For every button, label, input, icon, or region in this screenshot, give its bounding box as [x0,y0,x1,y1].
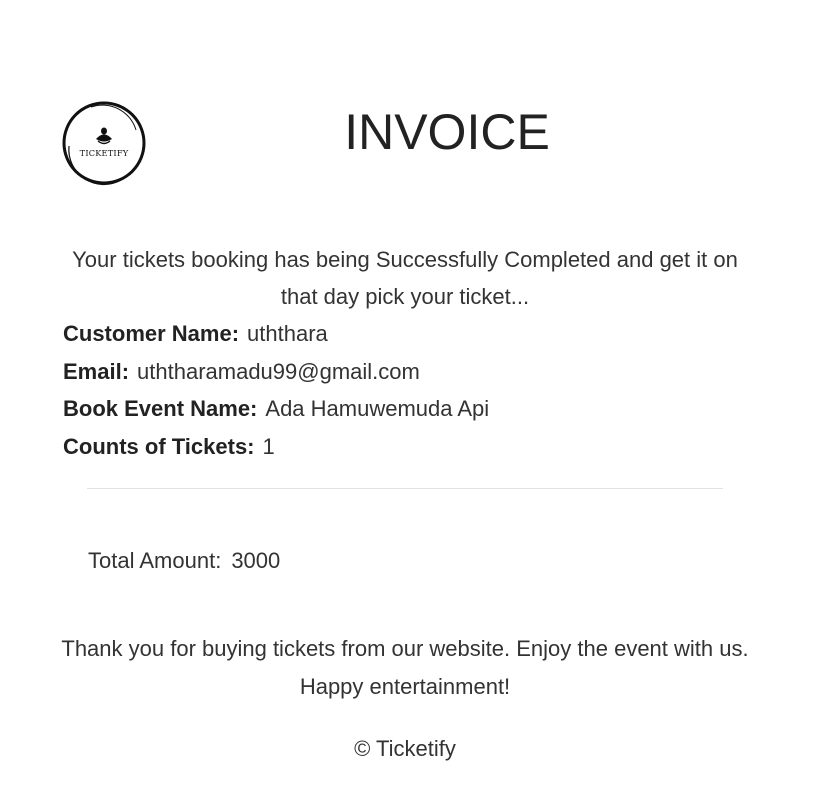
email-label: Email: [63,358,130,384]
email-row: Email: uththaramadu99@gmail.com [63,353,783,391]
event-name-label: Book Event Name: [63,396,258,421]
event-name-value: Ada Hamuwemuda Api [265,396,490,421]
email-value: uththaramadu99@gmail.com [137,358,420,384]
ticket-count-row: Counts of Tickets: 1 [63,428,783,466]
thank-you-message: Thank you for buying tickets from our we… [61,636,749,699]
divider [87,488,723,489]
total-amount: Total Amount: 3000 [88,542,280,579]
ticket-count-label: Counts of Tickets: [63,433,255,459]
booking-details: Customer Name: uththara Email: uththaramad… [63,315,783,465]
customer-name-value: uththara [247,321,328,346]
page-title: INVOICE [344,104,550,160]
invoice-page: TICKETIFY INVOICE Your tickets booking h… [0,0,837,787]
total-amount-label: Total Amount: [88,548,222,573]
copyright-footer: © Ticketify [354,736,456,761]
customer-name-row: Customer Name: uththara [63,315,783,353]
customer-name-label: Customer Name: [63,321,240,346]
booking-confirmation-message: Your tickets booking has being Successfu… [72,247,738,309]
total-amount-value: 3000 [231,548,281,573]
ticket-count-value: 1 [262,433,275,459]
event-name-row: Book Event Name: Ada Hamuwemuda Api [63,390,783,428]
